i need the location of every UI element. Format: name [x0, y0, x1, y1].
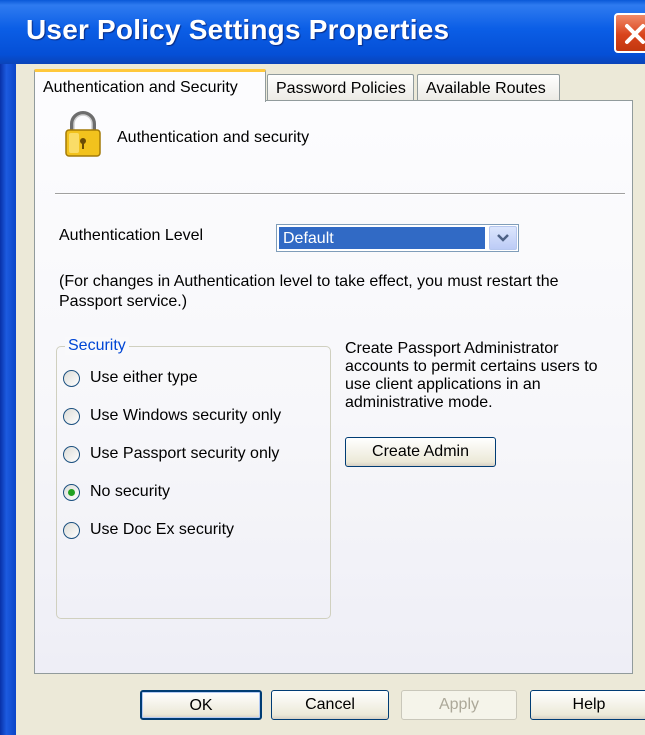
- apply-button[interactable]: Apply: [401, 690, 517, 720]
- tab-authentication-and-security[interactable]: Authentication and Security: [34, 69, 266, 102]
- cancel-button[interactable]: Cancel: [271, 690, 389, 720]
- close-icon: [625, 24, 645, 44]
- window-frame: [0, 64, 16, 735]
- radio-label: Use Windows security only: [90, 407, 282, 424]
- dropdown-button[interactable]: [489, 226, 517, 250]
- restart-note: (For changes in Authentication level to …: [59, 273, 559, 310]
- window-title: User Policy Settings Properties: [26, 14, 450, 45]
- tab-password-policies[interactable]: Password Policies: [267, 74, 414, 100]
- tab-panel: Authentication and security Authenticati…: [34, 100, 633, 674]
- help-button[interactable]: Help: [530, 690, 645, 720]
- panel-header-text: Authentication and security: [117, 129, 310, 146]
- radio-windows-security-only[interactable]: Use Windows security only: [63, 407, 281, 429]
- radio-passport-security-only[interactable]: Use Passport security only: [63, 445, 279, 467]
- radio-doc-ex-security[interactable]: Use Doc Ex security: [63, 521, 234, 543]
- ok-button[interactable]: OK: [140, 690, 262, 720]
- padlock-icon: [65, 111, 101, 157]
- radio-button-selected[interactable]: [63, 483, 80, 501]
- security-group-title: Security: [65, 337, 129, 355]
- radio-button[interactable]: [63, 369, 80, 387]
- radio-use-either-type[interactable]: Use either type: [63, 369, 198, 391]
- title-bar[interactable]: User Policy Settings Properties: [0, 0, 645, 64]
- auth-level-selected-value: Default: [279, 227, 485, 249]
- radio-label: Use either type: [90, 369, 198, 386]
- close-button[interactable]: [614, 13, 645, 53]
- radio-button[interactable]: [63, 445, 80, 463]
- dialog-window: User Policy Settings Properties Authenti…: [0, 0, 645, 735]
- radio-label: Use Passport security only: [90, 445, 280, 462]
- radio-button[interactable]: [63, 521, 80, 539]
- admin-description: Create Passport Administrator accounts t…: [345, 340, 598, 411]
- tab-available-routes[interactable]: Available Routes: [417, 74, 560, 100]
- radio-label: No security: [90, 483, 171, 500]
- header-separator: [55, 193, 625, 195]
- dialog-client-area: Authentication and Security Password Pol…: [16, 64, 645, 735]
- chevron-down-icon: [497, 234, 509, 242]
- radio-no-security[interactable]: No security: [63, 483, 170, 505]
- auth-level-dropdown[interactable]: Default: [276, 224, 519, 252]
- radio-button[interactable]: [63, 407, 80, 425]
- radio-label: Use Doc Ex security: [90, 521, 235, 538]
- create-admin-button[interactable]: Create Admin: [345, 437, 496, 467]
- auth-level-label: Authentication Level: [59, 227, 204, 244]
